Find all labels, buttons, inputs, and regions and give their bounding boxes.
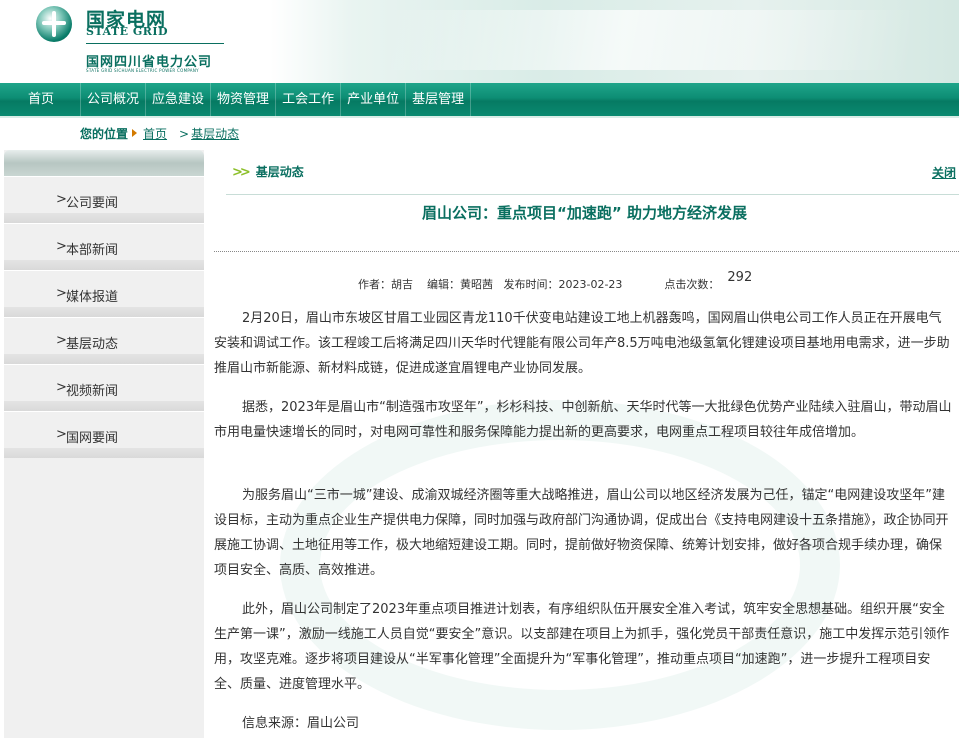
nav-union-work[interactable]: 工会工作 <box>276 82 342 117</box>
article-paragraph: 为服务眉山“三市一城”建设、成渝双城经济圈等重大战略推进，眉山公司以地区经济发展… <box>214 488 949 578</box>
article-title: 眉山公司：重点项目“加速跑” 助力地方经济发展 <box>422 204 747 222</box>
main-nav: 首页 公司概况 应急建设 物资管理 工会工作 产业单位 基层管理 <box>0 82 959 118</box>
sidebar-item-label: 视频新闻 <box>66 384 119 399</box>
breadcrumb-label: 您的位置 <box>80 127 129 141</box>
article-paragraph: 2月20日，眉山市东坡区甘眉工业园区青龙110千伏变电站建设工地上机器轰鸣，国网… <box>214 311 950 376</box>
nav-industry-units[interactable]: 产业单位 <box>341 82 407 117</box>
sidebar: > 公司要闻 > 本部新闻 > 媒体报道 > 基层动态 > 视频新闻 > 国网要闻 <box>4 150 204 738</box>
title-divider <box>214 251 959 252</box>
nav-company-overview[interactable]: 公司概况 <box>81 82 147 117</box>
nav-emergency-construction[interactable]: 应急建设 <box>146 82 212 117</box>
sidebar-item-label: 公司要闻 <box>66 196 119 211</box>
click-count-value: 292 <box>727 270 753 285</box>
article-editor: 编辑：黄昭茜 <box>427 278 493 291</box>
breadcrumb-current-link[interactable]: 基层动态 <box>191 127 239 141</box>
sidebar-item-media-reports[interactable]: > 媒体报道 <box>4 270 204 317</box>
article-source: 信息来源：眉山公司 <box>242 716 360 731</box>
sidebar-item-sgcc-news[interactable]: > 国网要闻 <box>4 411 204 458</box>
nav-home[interactable]: 首页 <box>0 82 82 117</box>
state-grid-logo-icon[interactable] <box>36 6 72 42</box>
article-meta: 作者：胡吉 编辑：黄昭茜 发布时间：2023-02-23 点击次数： 292 <box>358 270 752 292</box>
nav-grassroots-management[interactable]: 基层管理 <box>406 82 472 117</box>
section-heading-label: 基层动态 <box>255 165 304 179</box>
company-name-en: STATE GRID SICHUAN ELECTRIC POWER COMPAN… <box>86 68 199 73</box>
sidebar-item-label: 本部新闻 <box>66 243 119 258</box>
section-heading: >> 基层动态 <box>232 163 304 180</box>
sidebar-item-grassroots-news[interactable]: > 基层动态 <box>4 317 204 364</box>
header-banner-image <box>270 0 959 83</box>
heading-divider <box>226 194 959 195</box>
sidebar-item-label: 媒体报道 <box>66 290 119 305</box>
logo-english-name: STATE GRID <box>86 25 169 38</box>
sidebar-header-bar <box>4 150 204 176</box>
article-date: 发布时间：2023-02-23 <box>503 278 623 291</box>
sidebar-item-company-news[interactable]: > 公司要闻 <box>4 176 204 223</box>
sidebar-item-label: 国网要闻 <box>66 431 119 446</box>
logo-divider <box>86 43 224 44</box>
article-panel: >> 基层动态 关闭 眉山公司：重点项目“加速跑” 助力地方经济发展 作者：胡吉 … <box>210 150 959 738</box>
breadcrumb-arrow-icon <box>132 129 138 137</box>
sidebar-item-label: 基层动态 <box>66 337 119 352</box>
article-paragraph: 据悉，2023年是眉山市“制造强市攻坚年”，杉杉科技、中创新航、天华时代等一大批… <box>214 400 952 440</box>
breadcrumb-separator-icon: > <box>179 127 190 141</box>
breadcrumb-home-link[interactable]: 首页 <box>143 127 167 141</box>
sidebar-item-hq-news[interactable]: > 本部新闻 <box>4 223 204 270</box>
sidebar-item-video-news[interactable]: > 视频新闻 <box>4 364 204 411</box>
article-paragraph: 此外，眉山公司制定了2023年重点项目推进计划表，有序组织队伍开展安全准入考试，… <box>214 602 950 692</box>
close-link[interactable]: 关闭 <box>932 164 956 181</box>
nav-materials-management[interactable]: 物资管理 <box>211 82 277 117</box>
article-author: 作者：胡吉 <box>358 278 413 291</box>
breadcrumb: 您的位置 首页 > 基层动态 <box>80 125 239 142</box>
click-count-label: 点击次数： <box>664 278 720 291</box>
site-header: 国家电网 STATE GRID 国网四川省电力公司 STATE GRID SIC… <box>0 0 959 83</box>
double-chevron-icon: >> <box>232 165 251 180</box>
